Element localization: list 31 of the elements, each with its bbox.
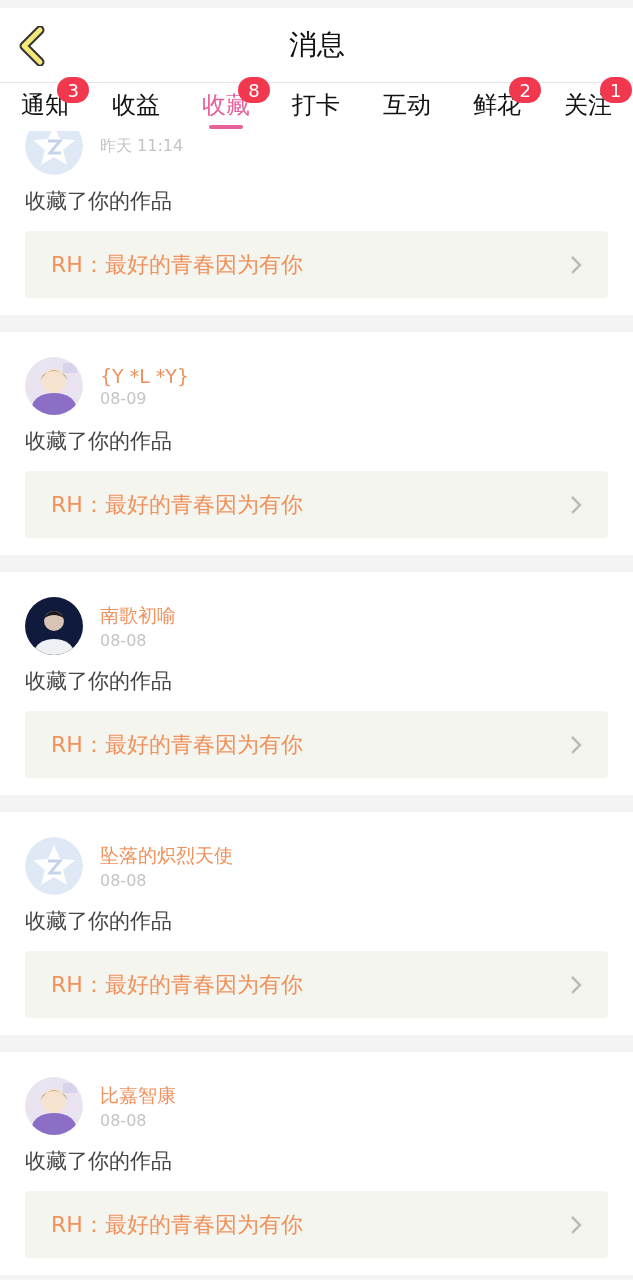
message-text: 收藏了你的作品 [25,668,173,695]
default-avatar-icon [25,837,83,895]
chevron-icon [570,974,582,995]
user-name[interactable]: 南歌初喻 [100,602,176,629]
tab[interactable]: 打卡 [292,91,341,119]
tab[interactable]: 互动 [382,91,431,119]
message-time: 昨天 11:14 [100,135,184,157]
message-text: 收藏了你的作品 [25,1148,173,1175]
message-time: 08-08 [100,1110,148,1130]
user-name[interactable]: 比嘉智康 [100,1082,176,1109]
work-link[interactable]: RH：最好的青春因为有你 [25,471,608,538]
message-text: 收藏了你的作品 [25,908,173,935]
message-text: 收藏了你的作品 [25,188,173,215]
work-link[interactable]: RH：最好的青春因为有你 [25,231,608,298]
message-text: 收藏了你的作品 [25,428,173,455]
work-link[interactable]: RH：最好的青春因为有你 [25,951,608,1018]
user-name[interactable]: {Y *L *Y} [100,364,190,387]
tab-underline [209,125,244,129]
message-time: 08-08 [100,870,148,890]
chevron-icon [570,1214,582,1235]
chevron-icon [570,734,582,755]
work-link[interactable]: RH：最好的青春因为有你 [25,1191,608,1258]
user-name[interactable]: 坠落的炽烈天使 [100,842,233,869]
chevron-icon [570,494,582,515]
tab[interactable]: 收益 [111,91,160,119]
work-link[interactable]: RH：最好的青春因为有你 [25,711,608,778]
chevron-icon [570,254,582,275]
page-title: 消息 [288,27,345,63]
message-time: 08-09 [100,388,148,408]
avatar [25,597,83,655]
message-time: 08-08 [100,630,148,650]
